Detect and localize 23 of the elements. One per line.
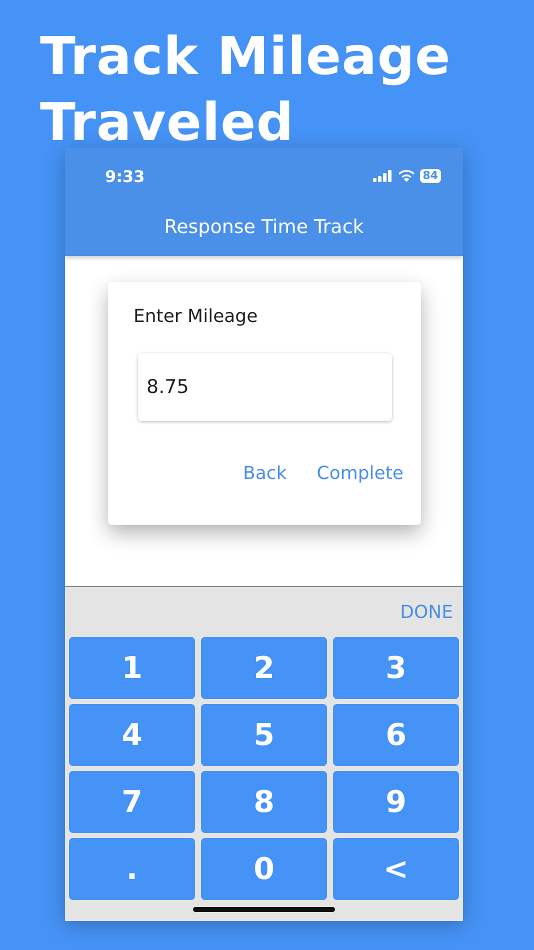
headline: Track Mileage Traveled (40, 26, 452, 155)
keypad-key[interactable]: 2 (201, 637, 327, 699)
keypad-key[interactable]: 3 (333, 637, 459, 699)
keypad-key[interactable]: 5 (201, 704, 327, 766)
keypad-key[interactable]: 8 (201, 771, 327, 833)
keypad-key[interactable]: 0 (201, 838, 327, 900)
dialog-title: Enter Mileage (134, 306, 259, 327)
back-button[interactable]: Back (243, 463, 287, 484)
keypad-key[interactable]: < (333, 838, 459, 900)
keypad-key[interactable]: . (69, 838, 195, 900)
keypad-key[interactable]: 7 (69, 771, 195, 833)
keypad-key[interactable]: 1 (69, 637, 195, 699)
wifi-icon (398, 170, 415, 182)
keypad-key[interactable]: 9 (333, 771, 459, 833)
done-button[interactable]: DONE (400, 602, 453, 622)
mileage-field[interactable]: 8.75 (138, 353, 392, 421)
keypad-key[interactable]: 6 (333, 704, 459, 766)
signal-icon (372, 170, 393, 182)
keypad-key[interactable]: 4 (69, 704, 195, 766)
app-title: Response Time Track (163, 215, 365, 240)
battery-level: 84 (420, 169, 441, 183)
status-time: 9:33 (105, 166, 145, 186)
complete-button[interactable]: Complete (316, 463, 404, 484)
